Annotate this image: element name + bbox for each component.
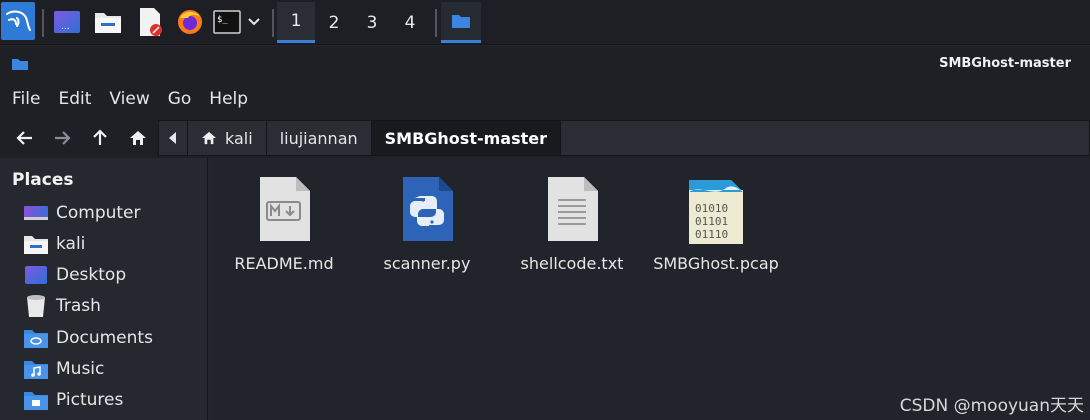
taskbar-separator — [272, 9, 274, 37]
workspace-1[interactable]: 1 — [277, 2, 315, 43]
kali-menu-button[interactable] — [1, 2, 35, 40]
folder-icon — [12, 59, 28, 70]
window-titlebar[interactable]: SMBGhost-master — [0, 46, 1090, 80]
text-editor-launcher[interactable] — [135, 6, 165, 38]
file-name: scanner.py — [383, 254, 471, 273]
menu-go[interactable]: Go — [168, 89, 192, 109]
binary-text: 01101 — [695, 215, 728, 228]
sidebar-item-music[interactable]: Music — [23, 356, 104, 382]
places-heading: Places — [12, 170, 74, 190]
music-folder-icon — [23, 358, 49, 380]
breadcrumb-kali[interactable]: kali — [188, 121, 267, 155]
places-sidebar: Places Computer kali Desktop Trash Docum… — [0, 158, 208, 420]
computer-icon — [23, 202, 49, 224]
sidebar-item-documents[interactable]: Documents — [23, 325, 153, 351]
binary-text: 01110 — [695, 228, 728, 241]
folder-icon — [95, 13, 121, 33]
terminal-launcher[interactable]: $_ — [212, 6, 242, 38]
sidebar-item-label: Music — [56, 359, 105, 379]
sidebar-item-label: Desktop — [56, 265, 127, 285]
sidebar-item-label: kali — [56, 234, 86, 254]
menu-edit[interactable]: Edit — [58, 89, 91, 109]
workspace-3[interactable]: 3 — [353, 2, 391, 43]
home-icon — [202, 131, 216, 145]
launcher-dropdown[interactable] — [243, 6, 265, 38]
kali-dragon-icon — [6, 10, 31, 31]
sidebar-item-label: Pictures — [56, 390, 124, 410]
breadcrumb-smbghost-master[interactable]: SMBGhost-master — [371, 121, 561, 155]
python-file-icon — [403, 177, 453, 241]
terminal-icon: $_ — [213, 10, 241, 34]
home-button[interactable] — [126, 126, 150, 150]
text-file-icon — [548, 177, 598, 241]
window-button-file-manager[interactable] — [441, 2, 481, 43]
breadcrumb-label: liujiannan — [279, 128, 358, 148]
file-item[interactable]: scanner.py — [367, 176, 487, 273]
arrow-up-icon — [93, 129, 107, 145]
sidebar-item-label: Trash — [56, 296, 101, 316]
file-manager-launcher[interactable] — [93, 6, 123, 38]
menu-bar: File Edit View Go Help — [0, 80, 1090, 118]
firefox-icon — [178, 10, 202, 34]
svg-text:$_: $_ — [217, 15, 228, 25]
taskbar: ... $_ 1 2 3 4 — [0, 0, 1090, 45]
breadcrumb-label: kali — [225, 128, 253, 148]
back-button[interactable] — [13, 126, 37, 150]
file-name: SMBGhost.pcap — [653, 254, 779, 273]
desktop-icon — [23, 264, 49, 286]
path-bar: kali liujiannan SMBGhost-master — [158, 120, 1090, 156]
home-icon — [130, 131, 146, 145]
sidebar-item-label: Computer — [56, 203, 141, 223]
file-name: shellcode.txt — [520, 254, 624, 273]
sidebar-item-label: Documents — [56, 328, 153, 348]
arrow-left-icon — [16, 131, 32, 145]
sidebar-item-pictures[interactable]: Pictures — [23, 387, 123, 413]
file-item[interactable]: README.md — [224, 176, 344, 273]
text-editor-icon — [140, 8, 162, 36]
firefox-launcher[interactable] — [175, 6, 205, 38]
sidebar-item-kali[interactable]: kali — [23, 231, 85, 257]
menu-view[interactable]: View — [109, 89, 149, 109]
home-folder-icon — [23, 233, 49, 255]
markdown-file-icon — [260, 177, 310, 241]
documents-folder-icon — [23, 327, 49, 349]
binary-file-icon: 01010 01101 01110 — [689, 180, 743, 244]
taskbar-separator — [42, 9, 44, 37]
show-desktop-button[interactable]: ... — [52, 6, 82, 38]
up-button[interactable] — [88, 126, 112, 150]
menu-file[interactable]: File — [12, 89, 40, 109]
breadcrumb-liujiannan[interactable]: liujiannan — [267, 121, 372, 155]
window-title: SMBGhost-master — [939, 56, 1071, 71]
breadcrumb-label: SMBGhost-master — [384, 128, 547, 148]
caret-left-icon — [169, 132, 176, 144]
chevron-down-icon — [248, 18, 260, 26]
sidebar-item-desktop[interactable]: Desktop — [23, 262, 126, 288]
file-item[interactable]: 01010 01101 01110 SMBGhost.pcap — [653, 176, 779, 273]
trash-icon — [23, 295, 49, 317]
svg-text:...: ... — [61, 22, 70, 32]
taskbar-separator — [435, 9, 437, 37]
file-name: README.md — [234, 254, 334, 273]
desktop-icon: ... — [54, 11, 80, 33]
file-item[interactable]: shellcode.txt — [512, 176, 632, 273]
menu-help[interactable]: Help — [209, 89, 248, 109]
sidebar-item-trash[interactable]: Trash — [23, 293, 101, 319]
arrow-right-icon — [55, 131, 71, 145]
folder-icon — [452, 14, 470, 28]
workspace-4[interactable]: 4 — [391, 2, 429, 43]
forward-button[interactable] — [50, 126, 74, 150]
watermark: CSDN @mooyuan天天 — [899, 396, 1084, 416]
file-view: README.md scanner.py shellcode.txt 01010… — [209, 158, 1090, 420]
workspace-2[interactable]: 2 — [315, 2, 353, 43]
binary-text: 01010 — [695, 202, 728, 215]
path-scroll-left-button[interactable] — [159, 121, 188, 155]
sidebar-item-computer[interactable]: Computer — [23, 200, 141, 226]
pictures-folder-icon — [23, 389, 49, 411]
